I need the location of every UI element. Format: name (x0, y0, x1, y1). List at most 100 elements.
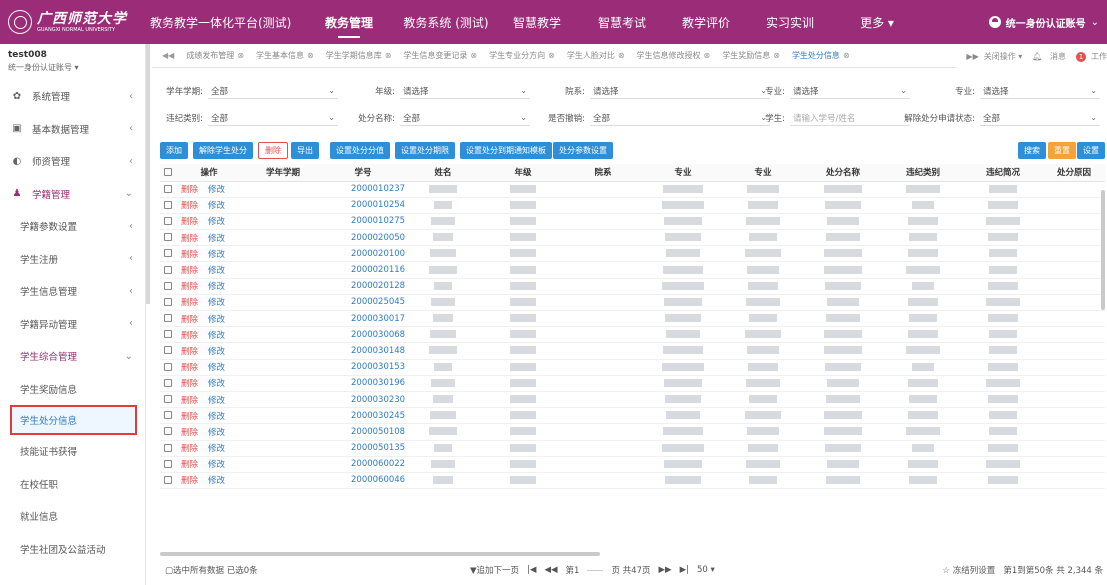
horizontal-scrollbar[interactable] (160, 552, 600, 556)
cell-student-no[interactable]: 2000030017 (323, 310, 405, 328)
close-icon[interactable]: ⊗ (470, 51, 477, 60)
cell-student-no[interactable]: 2000020128 (323, 278, 405, 295)
search-button[interactable]: 搜索 (1018, 142, 1046, 159)
set-notice-template-button[interactable]: 设置处分到期通知模板 (460, 142, 552, 159)
column-header[interactable]: 学号 (323, 164, 403, 182)
sidebar-item-7[interactable]: 学籍异动管理 ‹ (0, 308, 145, 341)
cell-student-no[interactable]: 2000030230 (323, 391, 405, 409)
row-edit-link[interactable]: 修改 (208, 363, 225, 373)
row-edit-link[interactable]: 修改 (208, 282, 225, 292)
tabs-prev-icon[interactable]: ◀◀ (152, 51, 180, 60)
row-checkbox[interactable] (160, 472, 175, 490)
row-checkbox[interactable] (160, 375, 175, 392)
row-checkbox[interactable] (160, 456, 175, 473)
table-row[interactable]: 删除 修改 2000060022 (160, 456, 1105, 473)
cell-student-no[interactable]: 2000030245 (323, 407, 405, 425)
row-delete-link[interactable]: 删除 (181, 476, 198, 486)
cell-student-no[interactable]: 2000020116 (323, 261, 405, 279)
sidebar-item-9[interactable]: 学生奖励信息 (0, 373, 145, 406)
column-header[interactable]: 违纪类别 (883, 164, 963, 182)
row-checkbox[interactable] (160, 213, 175, 231)
row-checkbox[interactable] (160, 359, 175, 376)
nav-item-6[interactable]: 更多 ▾ (832, 0, 922, 44)
message-button[interactable]: 🔔︎ 消息 (1027, 51, 1066, 62)
table-row[interactable]: 删除 修改 2000010254 (160, 197, 1105, 214)
load-next-page-button[interactable]: ▼追加下一页 (470, 564, 519, 576)
row-checkbox[interactable] (160, 342, 175, 360)
row-edit-link[interactable]: 修改 (208, 428, 225, 438)
nav-item-3[interactable]: 智慧考试 (580, 0, 664, 44)
row-checkbox[interactable] (160, 440, 175, 457)
row-delete-link[interactable]: 删除 (181, 396, 198, 406)
row-checkbox[interactable] (160, 197, 175, 214)
row-delete-link[interactable]: 删除 (181, 201, 198, 211)
column-header[interactable]: 年级 (483, 164, 563, 182)
settings-button[interactable]: 设置 (1077, 142, 1105, 159)
column-header[interactable]: 院系 (563, 164, 643, 182)
table-row[interactable]: 删除 修改 2000025045 (160, 294, 1105, 312)
filter-select[interactable]: 请选择 ⌄ (790, 83, 910, 99)
row-checkbox[interactable] (160, 181, 175, 198)
last-page-icon[interactable]: ▶| (680, 565, 689, 575)
row-checkbox[interactable] (160, 278, 175, 295)
cell-student-no[interactable]: 2000030148 (323, 342, 405, 360)
filter-select[interactable]: 全部 ⌄ (208, 83, 338, 99)
page-input[interactable] (587, 569, 604, 571)
table-row[interactable]: 删除 修改 2000020050 (160, 229, 1105, 247)
column-header[interactable]: 处分原因 (1043, 164, 1105, 182)
cell-student-no[interactable]: 2000050108 (323, 423, 405, 441)
tab-6[interactable]: 学生信息修改授权 ⊗ (631, 50, 717, 61)
tab-7[interactable]: 学生奖励信息 ⊗ (716, 50, 786, 61)
cell-student-no[interactable]: 2000060022 (323, 456, 405, 473)
row-delete-link[interactable]: 删除 (181, 266, 198, 276)
row-edit-link[interactable]: 修改 (208, 412, 225, 422)
vertical-scrollbar[interactable] (1101, 190, 1105, 310)
close-icon[interactable]: ⊗ (704, 51, 711, 60)
tab-5[interactable]: 学生人脸对比 ⊗ (561, 50, 631, 61)
filter-select[interactable]: 全部 ⌄ (980, 110, 1100, 126)
row-edit-link[interactable]: 修改 (208, 185, 225, 195)
row-delete-link[interactable]: 删除 (181, 217, 198, 227)
column-header[interactable]: 操作 (175, 164, 243, 182)
cell-student-no[interactable]: 2000010254 (323, 197, 405, 214)
select-all-data[interactable]: ▢选中所有数据 已选0条 (165, 564, 258, 576)
filter-select[interactable]: 请输入学号/姓名 (790, 110, 910, 126)
university-logo[interactable]: 广西师范大学 GUANGXI NORMAL UNIVERSITY (0, 10, 150, 34)
row-delete-link[interactable]: 删除 (181, 363, 198, 373)
cell-student-no[interactable]: 2000010275 (323, 213, 405, 231)
work-button[interactable]: 1 工作 (1071, 51, 1107, 62)
table-row[interactable]: 删除 修改 2000030017 (160, 310, 1105, 328)
row-delete-link[interactable]: 删除 (181, 460, 198, 470)
row-checkbox[interactable] (160, 294, 175, 312)
row-delete-link[interactable]: 删除 (181, 331, 198, 341)
sidebar-item-1[interactable]: ▣ 基本数据管理 ‹ (0, 113, 145, 146)
table-row[interactable]: 删除 修改 2000030148 (160, 342, 1105, 360)
prev-page-icon[interactable]: ◀◀ (544, 565, 557, 575)
sidebar-item-10[interactable]: 学生处分信息 (10, 405, 137, 435)
sidebar-item-14[interactable]: 学生社团及公益活动 (0, 533, 145, 566)
column-header[interactable]: 专业 (723, 164, 803, 182)
table-row[interactable]: 删除 修改 2000010237 (160, 181, 1105, 198)
row-checkbox[interactable] (160, 423, 175, 441)
sidebar-item-2[interactable]: ◐ 师资管理 ‹ (0, 145, 145, 178)
account-menu[interactable]: 统一身份认证账号 ⌄ (988, 0, 1099, 44)
nav-item-4[interactable]: 教学评价 (664, 0, 748, 44)
row-edit-link[interactable]: 修改 (208, 347, 225, 357)
tab-3[interactable]: 学生信息变更记录 ⊗ (397, 50, 483, 61)
cell-student-no[interactable]: 2000010237 (323, 181, 405, 198)
sidebar-item-6[interactable]: 学生信息管理 ‹ (0, 275, 145, 308)
freeze-columns-button[interactable]: ☆ 冻结列设置 (942, 566, 995, 576)
row-delete-link[interactable]: 删除 (181, 315, 198, 325)
sidebar-scrollbar[interactable] (146, 44, 150, 304)
row-checkbox[interactable] (160, 407, 175, 425)
add-button[interactable]: 添加 (160, 142, 188, 159)
row-edit-link[interactable]: 修改 (208, 298, 225, 308)
table-row[interactable]: 删除 修改 2000050135 (160, 440, 1105, 457)
close-icon[interactable]: ⊗ (307, 51, 314, 60)
row-checkbox[interactable] (160, 391, 175, 409)
nav-item-5[interactable]: 实习实训 (748, 0, 832, 44)
table-row[interactable]: 删除 修改 2000020100 (160, 245, 1105, 263)
row-checkbox[interactable] (160, 310, 175, 328)
filter-select[interactable]: 请选择 ⌄ (980, 83, 1100, 99)
table-row[interactable]: 删除 修改 2000030245 (160, 407, 1105, 425)
